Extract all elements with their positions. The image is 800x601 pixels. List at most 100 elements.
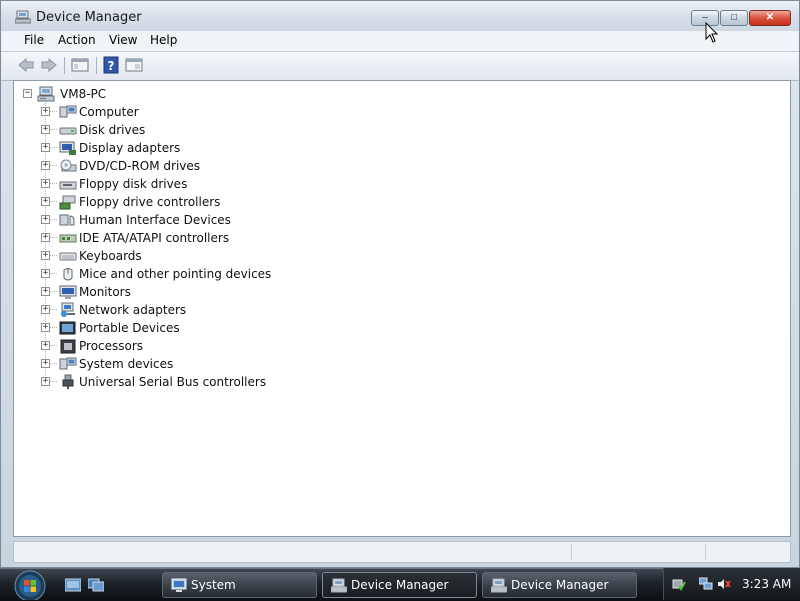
safely-remove-hardware-icon[interactable] xyxy=(672,577,686,591)
computer-icon xyxy=(59,105,77,118)
expand-toggle[interactable]: + xyxy=(41,197,50,206)
tree-guide-line xyxy=(50,147,58,148)
tree-item-label: Disk drives xyxy=(79,123,146,137)
tree-item[interactable]: + Processors xyxy=(41,337,301,355)
device-manager-icon xyxy=(491,578,507,593)
tree-item[interactable]: + Universal Serial Bus controllers xyxy=(41,373,301,391)
toolbar-separator xyxy=(96,57,97,74)
tree-item-label: Computer xyxy=(79,105,139,119)
tree-item-label: Monitors xyxy=(79,285,131,299)
device-manager-icon xyxy=(15,10,31,24)
network-adapter-icon xyxy=(61,302,75,317)
tree-item[interactable]: + Mice and other pointing devices xyxy=(41,265,301,283)
back-arrow-icon[interactable] xyxy=(17,56,35,74)
expand-toggle[interactable]: + xyxy=(41,269,50,278)
tree-item[interactable]: + Computer xyxy=(41,103,301,121)
expand-toggle[interactable]: + xyxy=(41,305,50,314)
expand-toggle[interactable]: + xyxy=(41,233,50,242)
properties-icon[interactable] xyxy=(71,56,89,74)
tree-item[interactable]: + Disk drives xyxy=(41,121,301,139)
monitor-icon xyxy=(59,285,77,299)
taskbar-item-device-manager[interactable]: Device Manager xyxy=(482,572,637,598)
tree-item-label: Floppy drive controllers xyxy=(79,195,221,209)
expand-toggle[interactable]: + xyxy=(41,107,50,116)
system-tray: 3:23 AM xyxy=(663,568,800,600)
expand-toggle[interactable]: + xyxy=(41,287,50,296)
tree-guide-line xyxy=(50,111,58,112)
tree-item[interactable]: + Human Interface Devices xyxy=(41,211,301,229)
tree-item[interactable]: + Floppy drive controllers xyxy=(41,193,301,211)
tree-item[interactable]: + IDE ATA/ATAPI controllers xyxy=(41,229,301,247)
expand-toggle[interactable]: + xyxy=(41,341,50,350)
tree-guide-line xyxy=(50,273,58,274)
maximize-button[interactable]: □ xyxy=(720,10,748,26)
expand-toggle[interactable]: + xyxy=(41,179,50,188)
usb-icon xyxy=(62,374,74,389)
tree-item[interactable]: + System devices xyxy=(41,355,301,373)
disk-drive-icon xyxy=(59,127,77,135)
tree-item[interactable]: + DVD/CD-ROM drives xyxy=(41,157,301,175)
tree-item[interactable]: + Floppy disk drives xyxy=(41,175,301,193)
tree-item-label: System devices xyxy=(79,357,174,371)
tree-root-node[interactable]: − VM8-PC xyxy=(23,85,183,103)
close-button[interactable]: ✕ xyxy=(749,10,791,26)
taskbar-item-system[interactable]: System xyxy=(162,572,317,598)
keyboard-icon xyxy=(59,252,77,261)
display-adapter-icon xyxy=(59,141,76,155)
menu-view[interactable]: View xyxy=(105,33,141,48)
expand-toggle[interactable]: + xyxy=(41,161,50,170)
tree-item[interactable]: + Network adapters xyxy=(41,301,301,319)
collapse-toggle[interactable]: − xyxy=(23,89,32,98)
computer-root-icon xyxy=(37,86,55,102)
mouse-cursor-icon xyxy=(705,22,719,43)
tree-item[interactable]: + Portable Devices xyxy=(41,319,301,337)
expand-toggle[interactable]: + xyxy=(41,125,50,134)
expand-toggle[interactable]: + xyxy=(41,323,50,332)
switch-windows-icon[interactable] xyxy=(88,578,104,592)
tree-item[interactable]: + Monitors xyxy=(41,283,301,301)
start-button[interactable] xyxy=(10,568,50,600)
tree-guide-line xyxy=(50,345,58,346)
show-hide-tree-icon[interactable] xyxy=(125,56,143,74)
help-icon[interactable]: ? xyxy=(102,56,120,74)
tree-item-label: DVD/CD-ROM drives xyxy=(79,159,201,173)
taskbar-item-label: System xyxy=(191,578,236,592)
tree-guide-line xyxy=(50,291,58,292)
network-icon[interactable] xyxy=(699,577,713,591)
system-icon xyxy=(171,578,187,592)
expand-toggle[interactable]: + xyxy=(41,377,50,386)
dvd-drive-icon xyxy=(60,159,77,172)
menu-help[interactable]: Help xyxy=(146,33,181,48)
status-divider xyxy=(571,544,572,560)
tree-guide-line xyxy=(50,201,58,202)
device-tree-pane[interactable]: − VM8-PC + Computer + Disk drives + Display a… xyxy=(13,80,791,537)
tree-item[interactable]: + Keyboards xyxy=(41,247,301,265)
menu-action[interactable]: Action xyxy=(54,33,100,48)
device-manager-window: Device Manager – □ ✕ File Action View He… xyxy=(0,0,800,568)
menu-bar: File Action View Help xyxy=(1,31,799,51)
processor-icon xyxy=(60,339,76,354)
floppy-drive-icon xyxy=(59,181,77,190)
expand-toggle[interactable]: + xyxy=(41,143,50,152)
expand-toggle[interactable]: + xyxy=(41,251,50,260)
tree-guide-line xyxy=(50,255,58,256)
tree-item-label: IDE ATA/ATAPI controllers xyxy=(79,231,230,245)
tree-guide-line xyxy=(50,363,58,364)
hid-icon xyxy=(59,214,75,226)
tree-guide-line xyxy=(50,219,58,220)
tree-item-label: Processors xyxy=(79,339,144,353)
volume-muted-icon[interactable] xyxy=(717,577,731,591)
menu-file[interactable]: File xyxy=(20,33,48,48)
tree-root-label: VM8-PC xyxy=(60,87,107,101)
expand-toggle[interactable]: + xyxy=(41,215,50,224)
tree-item-label: Portable Devices xyxy=(79,321,180,335)
clock[interactable]: 3:23 AM xyxy=(742,577,791,591)
tree-item-label: Keyboards xyxy=(79,249,142,263)
taskbar-item-device-manager-active[interactable]: Device Manager xyxy=(322,572,477,598)
title-bar[interactable]: Device Manager – □ ✕ xyxy=(1,1,799,31)
floppy-controller-icon xyxy=(59,195,76,210)
show-desktop-icon[interactable] xyxy=(65,578,81,592)
expand-toggle[interactable]: + xyxy=(41,359,50,368)
forward-arrow-icon[interactable] xyxy=(40,56,58,74)
tree-item[interactable]: + Display adapters xyxy=(41,139,301,157)
